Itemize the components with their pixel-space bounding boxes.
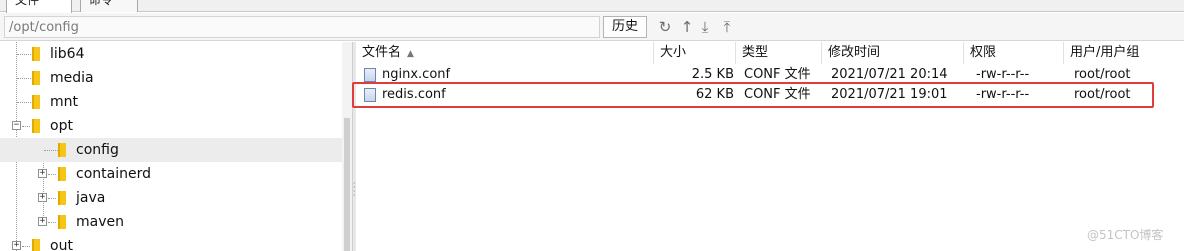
upload-icon[interactable]: ⤒ — [718, 17, 736, 37]
column-header-label: 权限 — [970, 45, 997, 60]
folder-icon — [58, 215, 66, 229]
column-header-type[interactable]: 类型 — [736, 42, 822, 64]
tab-commands[interactable]: 命令 — [80, 0, 138, 12]
tree-branch-line — [44, 150, 58, 151]
watermark: @51CTO博客 — [1087, 228, 1164, 242]
expand-icon[interactable]: + — [38, 217, 47, 226]
expand-icon[interactable]: + — [38, 169, 47, 178]
tree-branch-line — [22, 246, 30, 247]
refresh-icon[interactable]: ↻ — [656, 17, 674, 37]
up-directory-icon[interactable]: ↑ — [678, 17, 696, 37]
sort-ascending-icon: ▲ — [407, 49, 414, 59]
folder-icon — [58, 143, 66, 157]
tree-branch-line — [17, 102, 31, 103]
tree-item-containerd[interactable]: + containerd — [0, 162, 342, 186]
folder-icon — [58, 191, 66, 205]
folder-icon — [32, 71, 40, 85]
tree-item-media[interactable]: media — [0, 66, 342, 90]
column-header-owner[interactable]: 用户/用户组 — [1064, 42, 1184, 64]
tree-item-opt[interactable]: − opt — [0, 114, 342, 138]
tree-branch-line — [48, 174, 56, 175]
tree-item-mnt[interactable]: mnt — [0, 90, 342, 114]
column-header-name[interactable]: 文件名 ▲ — [356, 42, 654, 64]
tree-item-maven[interactable]: + maven — [0, 210, 342, 234]
path-input[interactable] — [4, 16, 600, 38]
tree-branch-line — [17, 54, 31, 55]
text-file-icon — [364, 68, 376, 82]
tree-item-label: maven — [76, 214, 124, 230]
collapse-icon[interactable]: − — [12, 121, 21, 130]
tree-item-label: opt — [50, 118, 73, 134]
path-bar: 历史 ↻ ↑ ⤓ ⤒ — [0, 13, 1184, 41]
file-list: 文件名 ▲ 大小 类型 修改时间 权限 用户/用户组 nginx.conf 2.5… — [356, 42, 1184, 251]
column-header-modified[interactable]: 修改时间 — [822, 42, 964, 64]
tab-files[interactable]: 文件 — [6, 0, 72, 13]
tree-scrollbar-thumb[interactable] — [344, 118, 350, 251]
tree-branch-line — [22, 126, 30, 127]
column-header-label: 大小 — [660, 45, 687, 60]
column-header-label: 类型 — [742, 45, 769, 60]
folder-icon — [32, 95, 40, 109]
tree-branch-line — [17, 78, 31, 79]
folder-icon — [58, 167, 66, 181]
tab-strip: 文件 命令 — [0, 0, 1184, 13]
tree-item-label: media — [50, 70, 94, 86]
column-header-size[interactable]: 大小 — [654, 42, 736, 64]
folder-icon — [32, 119, 40, 133]
column-header-label: 修改时间 — [828, 45, 881, 60]
tree-item-java[interactable]: + java — [0, 186, 342, 210]
tree-item-label: mnt — [50, 94, 78, 110]
tree-item-label: out — [50, 238, 73, 251]
tree-item-label: config — [76, 142, 119, 158]
highlight-box — [352, 82, 1154, 108]
tab-commands-label: 命令 — [89, 0, 114, 7]
directory-tree: lib64 media mnt − opt config + container… — [0, 42, 352, 251]
tree-item-label: java — [76, 190, 106, 206]
column-header-permissions[interactable]: 权限 — [964, 42, 1064, 64]
tree-branch-line — [48, 198, 56, 199]
tree-item-config[interactable]: config — [0, 138, 342, 162]
tree-item-out[interactable]: + out — [0, 234, 342, 251]
tree-item-label: containerd — [76, 166, 151, 182]
folder-icon — [32, 239, 40, 251]
tree-item-label: lib64 — [50, 46, 85, 62]
column-header-label: 文件名 — [362, 45, 402, 60]
folder-icon — [32, 47, 40, 61]
expand-icon[interactable]: + — [12, 241, 21, 250]
tree-item-lib64[interactable]: lib64 — [0, 42, 342, 66]
column-header-label: 用户/用户组 — [1070, 45, 1140, 60]
history-button[interactable]: 历史 — [603, 16, 647, 38]
tree-branch-line — [48, 222, 56, 223]
download-icon[interactable]: ⤓ — [696, 17, 714, 37]
expand-icon[interactable]: + — [38, 193, 47, 202]
tab-files-label: 文件 — [15, 0, 40, 7]
